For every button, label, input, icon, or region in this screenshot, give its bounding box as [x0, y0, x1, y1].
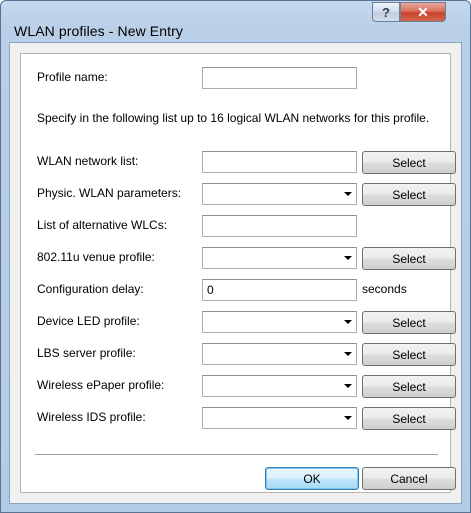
close-button[interactable]: ✕ — [400, 2, 446, 22]
device-led-profile-dropdown[interactable] — [202, 311, 357, 333]
title-bar[interactable]: WLAN profiles - New Entry ? ✕ — [1, 1, 470, 41]
lbs-server-profile-dropdown[interactable] — [202, 343, 357, 365]
cancel-button[interactable]: Cancel — [362, 467, 456, 490]
wireless-epaper-profile-dropdown[interactable] — [202, 375, 357, 397]
wireless-ids-profile-dropdown[interactable] — [202, 407, 357, 429]
description-text: Specify in the following list up to 16 l… — [37, 111, 430, 125]
chevron-down-icon — [344, 352, 352, 356]
close-icon: ✕ — [417, 3, 429, 20]
configuration-delay-label: Configuration delay: — [37, 282, 144, 296]
alternative-wlcs-input[interactable] — [202, 215, 357, 237]
wireless-ids-profile-label: Wireless IDS profile: — [37, 410, 146, 424]
form-panel: Profile name: Specify in the following l… — [20, 53, 456, 493]
chevron-down-icon — [344, 192, 352, 196]
physic-wlan-parameters-dropdown[interactable] — [202, 183, 357, 205]
chevron-down-icon — [344, 320, 352, 324]
venue-profile-select-button[interactable]: Select — [362, 247, 456, 270]
configuration-delay-unit: seconds — [362, 282, 407, 296]
help-icon: ? — [382, 4, 390, 20]
alternative-wlcs-label: List of alternative WLCs: — [37, 218, 168, 232]
chevron-down-icon — [344, 384, 352, 388]
profile-name-label: Profile name: — [37, 70, 108, 84]
wlan-network-list-label: WLAN network list: — [37, 154, 139, 168]
ok-button[interactable]: OK — [265, 467, 359, 490]
physic-wlan-parameters-select-button[interactable]: Select — [362, 183, 456, 206]
wlan-network-list-input[interactable] — [202, 151, 357, 173]
venue-profile-dropdown[interactable] — [202, 247, 357, 269]
dialog-window: WLAN profiles - New Entry ? ✕ Profile na… — [0, 0, 471, 513]
venue-profile-label: 802.11u venue profile: — [37, 250, 155, 264]
window-title: WLAN profiles - New Entry — [14, 23, 183, 39]
lbs-server-profile-select-button[interactable]: Select — [362, 343, 456, 366]
chevron-down-icon — [344, 256, 352, 260]
wlan-network-list-select-button[interactable]: Select — [362, 151, 456, 174]
button-separator — [35, 454, 438, 456]
wireless-ids-profile-select-button[interactable]: Select — [362, 407, 456, 430]
device-led-profile-select-button[interactable]: Select — [362, 311, 456, 334]
lbs-server-profile-label: LBS server profile: — [37, 346, 136, 360]
physic-wlan-parameters-label: Physic. WLAN parameters: — [37, 186, 182, 200]
wireless-epaper-profile-label: Wireless ePaper profile: — [37, 378, 165, 392]
help-button[interactable]: ? — [372, 2, 400, 22]
wireless-epaper-profile-select-button[interactable]: Select — [362, 375, 456, 398]
profile-name-input[interactable] — [202, 67, 357, 89]
chevron-down-icon — [344, 416, 352, 420]
configuration-delay-input[interactable]: 0 — [202, 279, 357, 301]
dialog-client-area: Profile name: Specify in the following l… — [9, 42, 462, 504]
device-led-profile-label: Device LED profile: — [37, 314, 140, 328]
